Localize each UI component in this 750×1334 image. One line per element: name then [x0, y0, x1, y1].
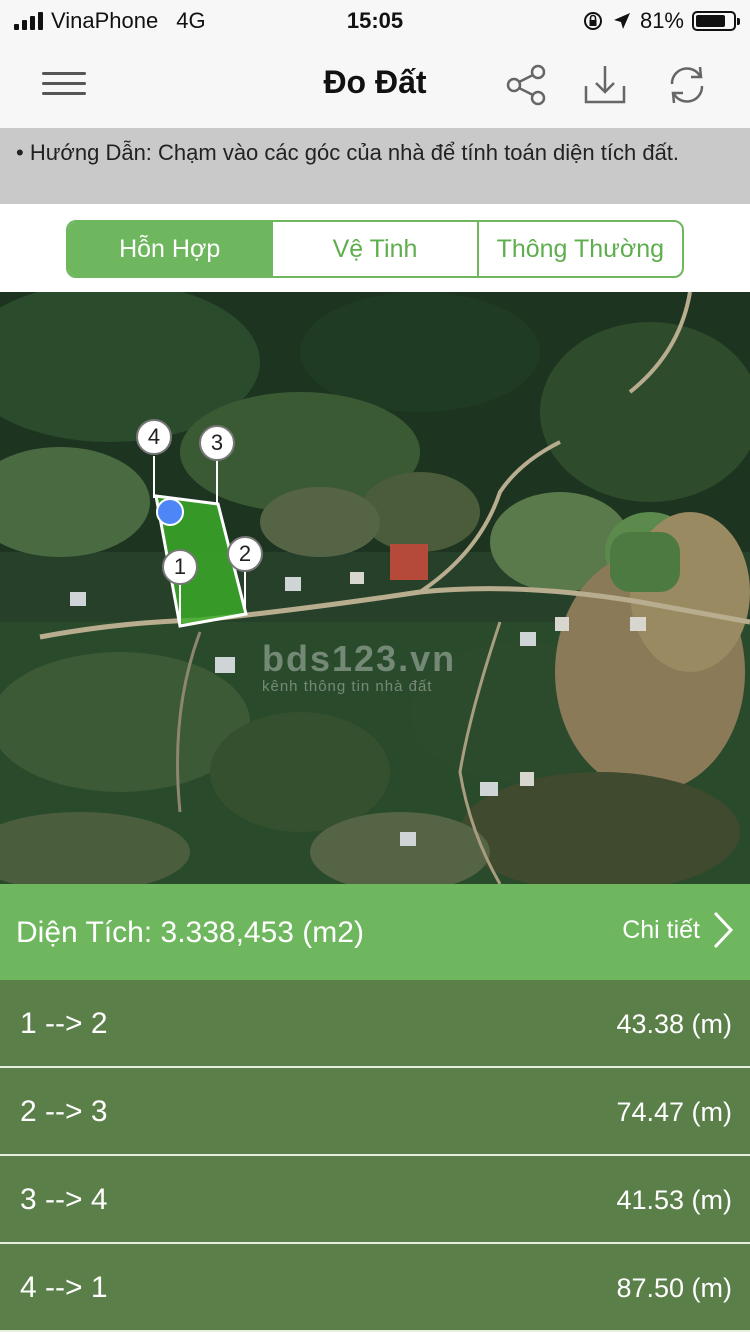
- tab-hybrid[interactable]: Hỗn Hợp: [68, 222, 274, 276]
- vertex-marker-1[interactable]: 1: [162, 549, 198, 585]
- tab-satellite[interactable]: Vệ Tinh: [273, 222, 479, 276]
- vertex-marker-2[interactable]: 2: [227, 536, 263, 572]
- detail-label: Chi tiết: [622, 915, 700, 944]
- edge-length: 43.38 (m): [616, 1009, 732, 1039]
- edge-label: 1 --> 2: [20, 1007, 108, 1040]
- chevron-right-icon: [713, 911, 734, 949]
- list-item: 2 --> 3 74.47 (m): [0, 1068, 750, 1156]
- instruction-banner: • Hướng Dẫn: Chạm vào các góc của nhà để…: [0, 128, 750, 204]
- edge-label: 3 --> 4: [20, 1183, 108, 1216]
- edge-length: 41.53 (m): [616, 1185, 732, 1215]
- area-summary-bar: Diện Tích: 3.338,453 (m2) Chi tiết: [0, 884, 750, 980]
- tab-standard[interactable]: Thông Thường: [479, 222, 682, 276]
- page-title: Đo Đất: [323, 64, 427, 100]
- menu-icon[interactable]: [42, 72, 86, 98]
- list-item: 4 --> 1 87.50 (m): [0, 1244, 750, 1332]
- list-item: 1 --> 2 43.38 (m): [0, 980, 750, 1068]
- battery-percent: 81%: [639, 8, 684, 33]
- orientation-lock-icon: [583, 12, 602, 30]
- area-value: Diện Tích: 3.338,453 (m2): [16, 916, 364, 949]
- battery-icon: [692, 11, 740, 31]
- distance-list: 1 --> 2 43.38 (m) 2 --> 3 74.47 (m) 3 --…: [0, 980, 750, 1332]
- download-icon[interactable]: [582, 62, 628, 108]
- edge-length: 74.47 (m): [616, 1097, 732, 1127]
- plot-overlay: [153, 456, 248, 628]
- edge-length: 87.50 (m): [616, 1273, 732, 1303]
- vertex-marker-4[interactable]: 4: [136, 419, 172, 455]
- map-type-selector: Hỗn Hợp Vệ Tinh Thông Thường: [66, 220, 684, 278]
- refresh-icon[interactable]: [664, 62, 710, 108]
- status-bar: VinaPhone 4G 15:05 81%: [0, 0, 750, 40]
- edge-label: 2 --> 3: [20, 1095, 108, 1128]
- nav-bar: Đo Đất: [0, 40, 750, 128]
- location-arrow-icon: [613, 13, 630, 29]
- vertex-marker-3[interactable]: 3: [199, 425, 235, 461]
- edge-label: 4 --> 1: [20, 1271, 108, 1304]
- satellite-map[interactable]: 4 3 2 1 bds123.vn kênh thông tin nhà đất: [0, 292, 750, 884]
- share-icon[interactable]: [504, 62, 550, 108]
- current-location-dot: [156, 498, 184, 526]
- list-item: 3 --> 4 41.53 (m): [0, 1156, 750, 1244]
- detail-button[interactable]: Chi tiết: [622, 910, 734, 950]
- status-right: 81%: [582, 8, 740, 34]
